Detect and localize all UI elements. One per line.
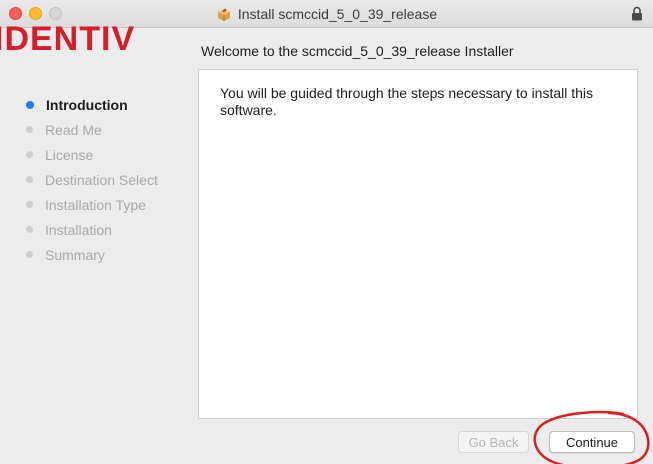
package-icon [217, 8, 230, 21]
step-label: Installation [45, 221, 112, 238]
step-bullet-icon [26, 151, 33, 158]
introduction-text: You will be guided through the steps nec… [220, 85, 594, 118]
step-installation: Installation [26, 217, 158, 242]
step-bullet-icon [26, 201, 33, 208]
step-license: License [26, 142, 158, 167]
step-label: Read Me [45, 121, 102, 138]
step-bullet-icon [26, 226, 33, 233]
step-label: Introduction [46, 96, 128, 113]
step-summary: Summary [26, 242, 158, 267]
content-panel: You will be guided through the steps nec… [198, 69, 638, 419]
step-label: License [45, 146, 94, 163]
step-bullet-icon [26, 251, 33, 258]
step-introduction: Introduction [26, 92, 158, 117]
step-label: Installation Type [45, 196, 146, 213]
go-back-button[interactable]: Go Back [458, 431, 529, 453]
step-bullet-icon [26, 126, 33, 133]
step-destination-select: Destination Select [26, 167, 158, 192]
step-bullet-icon [26, 176, 33, 183]
step-bullet-icon [26, 100, 34, 109]
step-label: Summary [45, 246, 105, 263]
installer-steps-list: Introduction Read Me License Destination… [26, 92, 158, 267]
step-label: Destination Select [45, 171, 158, 188]
step-installation-type: Installation Type [26, 192, 158, 217]
page-heading: Welcome to the scmccid_5_0_39_release In… [201, 43, 514, 59]
step-read-me: Read Me [26, 117, 158, 142]
lock-icon [632, 6, 642, 21]
installer-window: Install scmccid_5_0_39_release IDENTIV I… [0, 0, 653, 464]
window-title: Install scmccid_5_0_39_release [237, 6, 438, 22]
identiv-logo: IDENTIV [0, 22, 136, 54]
annotation-circle-highlight [533, 410, 650, 464]
